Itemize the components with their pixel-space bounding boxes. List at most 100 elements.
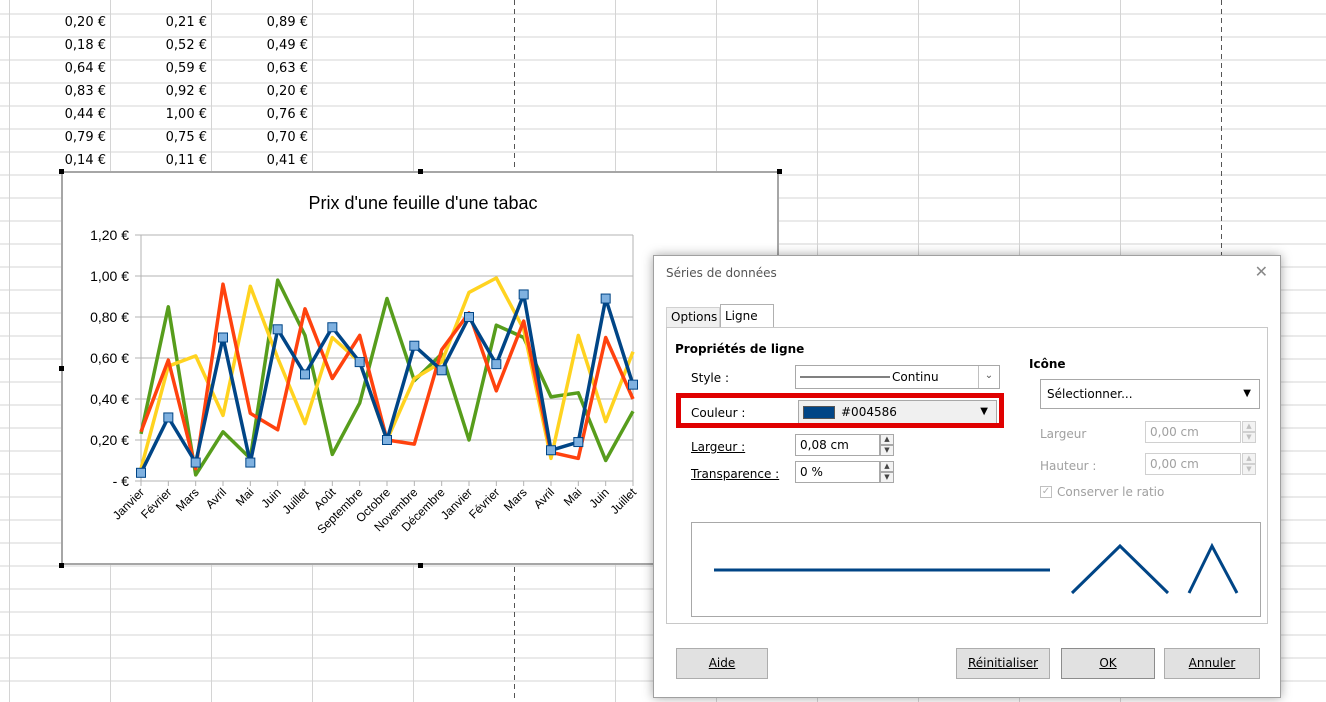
spreadsheet-cell[interactable]: 0,49 € [212, 36, 308, 56]
width-label: Largeur : [691, 440, 745, 454]
icon-width-label: Largeur [1040, 427, 1087, 441]
series-point[interactable] [628, 379, 638, 390]
icon-width-field: 0,00 cm [1145, 421, 1241, 443]
y-tick-label: 0,20 € [90, 432, 129, 448]
reset-button[interactable]: Réinitialiser [956, 648, 1050, 679]
icon-height-spin-down: ▼ [1242, 464, 1256, 475]
y-tick-label: 1,00 € [90, 268, 129, 284]
transparency-spin-down[interactable]: ▼ [880, 472, 894, 483]
x-tick-label: Mars [173, 485, 202, 514]
icon-heading: Icône [1029, 357, 1066, 371]
cancel-button[interactable]: Annuler [1164, 648, 1260, 679]
spreadsheet-cell[interactable]: 0,64 € [10, 59, 106, 79]
y-tick-label: 1,20 € [90, 227, 129, 243]
series-point[interactable] [272, 324, 283, 335]
spreadsheet-cell[interactable]: 0,76 € [212, 105, 308, 125]
reset-label: Réinitialiser [967, 656, 1039, 670]
ok-button[interactable]: OK [1061, 648, 1155, 679]
dialog-title: Séries de données [666, 266, 777, 280]
spreadsheet-cell[interactable]: 0,63 € [212, 59, 308, 79]
help-label: Aide [708, 656, 736, 670]
spreadsheet-cell[interactable]: 0,70 € [212, 128, 308, 148]
transparency-spin-up[interactable]: ▲ [880, 461, 894, 472]
cancel-label: Annuler [1188, 656, 1236, 670]
tab-options[interactable]: Options [666, 307, 720, 328]
spreadsheet-cell[interactable]: 0,44 € [10, 105, 106, 125]
y-tick-label: 0,80 € [90, 309, 129, 325]
icon-select[interactable]: Sélectionner... ▼ [1040, 379, 1260, 409]
style-value: Continu [892, 370, 939, 384]
series-point[interactable] [382, 435, 392, 445]
line-properties-heading: Propriétés de ligne [675, 342, 805, 356]
y-tick-label: - € [113, 473, 130, 489]
series-point[interactable] [218, 332, 228, 343]
x-tick-label: Mai [233, 485, 257, 509]
spreadsheet-cell[interactable]: 0,59 € [111, 59, 207, 79]
transparency-label-text: Transparence : [691, 467, 780, 481]
series-point[interactable] [300, 369, 310, 380]
spreadsheet-cell[interactable]: 0,52 € [111, 36, 207, 56]
spreadsheet-cell[interactable]: 0,20 € [212, 82, 308, 102]
spreadsheet-cell[interactable]: 0,18 € [10, 36, 106, 56]
x-tick-label: Avril [531, 485, 557, 511]
width-spin-up[interactable]: ▲ [880, 434, 894, 445]
spreadsheet-cell[interactable]: 0,11 € [111, 151, 207, 171]
spreadsheet-cell[interactable]: 0,92 € [111, 82, 207, 102]
keep-ratio-checkbox: ✓ [1040, 486, 1052, 498]
help-button[interactable]: Aide [676, 648, 768, 679]
spreadsheet-cell[interactable]: 0,20 € [10, 13, 106, 33]
spreadsheet-cell[interactable]: 0,89 € [212, 13, 308, 33]
ok-label: OK [1099, 656, 1117, 670]
style-label: Style : [691, 371, 729, 385]
series-point[interactable] [327, 322, 338, 333]
series-point[interactable] [464, 312, 474, 322]
y-tick-label: 0,60 € [90, 350, 129, 366]
preview-peak-small [1187, 542, 1239, 594]
x-tick-label: Mars [501, 485, 530, 514]
icon-select-value: Sélectionner... [1047, 387, 1133, 401]
transparency-field[interactable]: 0 % [795, 461, 880, 483]
series-point[interactable] [245, 457, 256, 468]
series-point[interactable] [163, 412, 174, 423]
x-tick-label: Février [138, 485, 174, 521]
icon-width-spin-up: ▲ [1242, 421, 1256, 432]
icon-height-label: Hauteur : [1040, 459, 1097, 473]
icon-height-spin-up: ▲ [1242, 453, 1256, 464]
line-preview [691, 522, 1261, 617]
x-tick-label: Juillet [280, 485, 312, 517]
x-tick-label: Avril [203, 485, 229, 511]
color-highlight-box [676, 393, 1004, 428]
series-point[interactable] [436, 365, 447, 376]
series-point[interactable] [136, 467, 146, 478]
x-tick-label: Janvier [110, 485, 147, 522]
series-point[interactable] [354, 357, 365, 368]
style-select[interactable]: Continu ⌄ [795, 365, 1000, 389]
series-point[interactable] [518, 289, 529, 300]
series-point[interactable] [546, 445, 556, 456]
spreadsheet-cell[interactable]: 0,79 € [10, 128, 106, 148]
keep-ratio-label: Conserver le ratio [1057, 485, 1165, 499]
width-spin-down[interactable]: ▼ [880, 445, 894, 456]
series-point[interactable] [409, 340, 420, 351]
chevron-down-icon[interactable]: ⌄ [978, 366, 999, 388]
transparency-label: Transparence : [691, 467, 779, 481]
preview-peak-large [1070, 543, 1170, 595]
tab-line[interactable]: Ligne [720, 304, 774, 328]
dropdown-arrow-icon: ▼ [1243, 388, 1251, 399]
icon-width-spin-down: ▼ [1242, 432, 1256, 443]
spreadsheet-cell[interactable]: 0,14 € [10, 151, 106, 171]
width-field[interactable]: 0,08 cm [795, 434, 880, 456]
spreadsheet-cell[interactable]: 0,75 € [111, 128, 207, 148]
series-point[interactable] [600, 293, 611, 304]
series-point[interactable] [190, 457, 201, 468]
spreadsheet-cell[interactable]: 0,21 € [111, 13, 207, 33]
series-point[interactable] [491, 359, 502, 370]
series-point[interactable] [573, 437, 584, 448]
data-series-dialog: Séries de données ✕ Options Ligne Propri… [653, 255, 1281, 698]
y-tick-label: 0,40 € [90, 391, 129, 407]
spreadsheet-cell[interactable]: 0,83 € [10, 82, 106, 102]
spreadsheet-cell[interactable]: 1,00 € [111, 105, 207, 125]
icon-height-field: 0,00 cm [1145, 453, 1241, 475]
close-icon[interactable]: ✕ [1255, 262, 1268, 281]
spreadsheet-cell[interactable]: 0,41 € [212, 151, 308, 171]
